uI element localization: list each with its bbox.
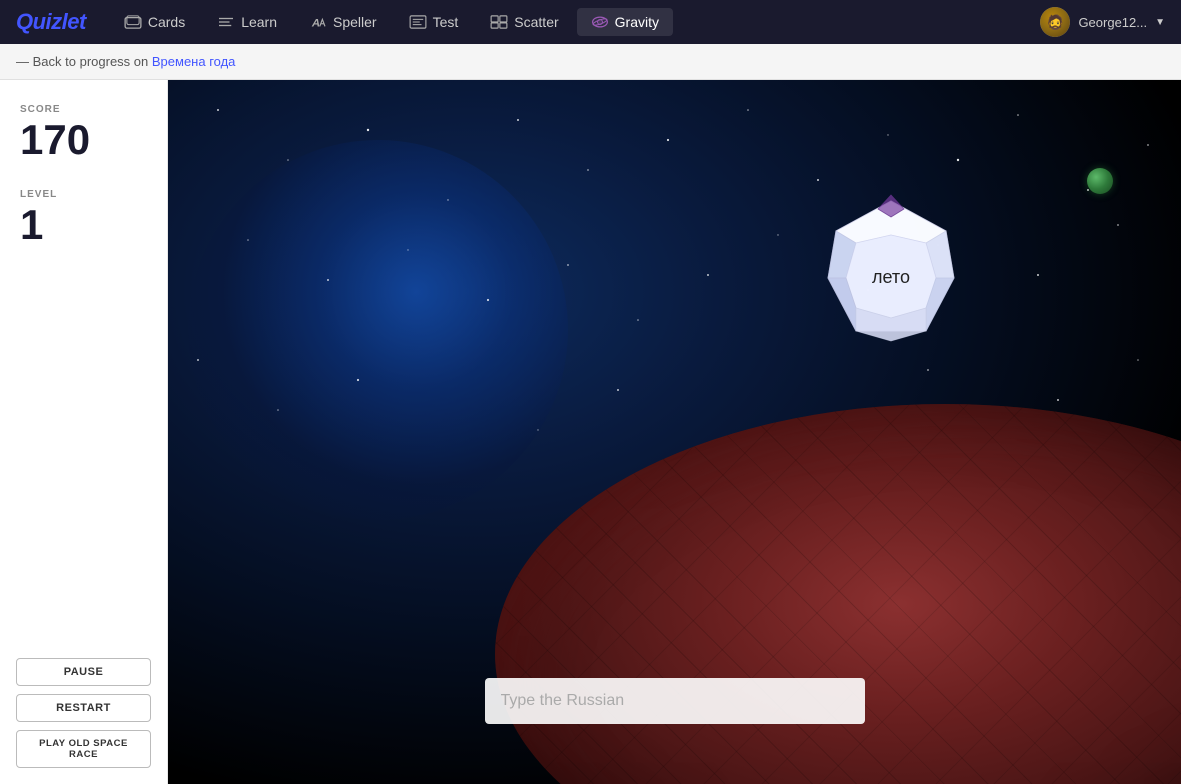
nav-item-test[interactable]: Test xyxy=(395,8,473,36)
username: George12... xyxy=(1078,15,1147,30)
nav-item-scatter[interactable]: Scatter xyxy=(476,8,572,36)
level-label: LEVEL xyxy=(20,189,147,200)
chevron-down-icon: ▼ xyxy=(1155,17,1165,28)
speller-icon: A xyxy=(309,15,327,29)
gem-shape: лето xyxy=(816,193,966,348)
learn-icon xyxy=(217,15,235,29)
avatar: 🧔 xyxy=(1040,7,1070,37)
score-section: SCORE 170 xyxy=(20,104,147,161)
breadcrumb-back-text: Back to progress on xyxy=(33,54,149,69)
space-race-button[interactable]: PLAY OLD SPACE RACE xyxy=(16,730,151,768)
input-area xyxy=(485,678,865,724)
nav-items: Cards Learn A Speller xyxy=(110,8,1041,36)
sidebar: SCORE 170 LEVEL 1 PAUSE RESTART PLAY OLD… xyxy=(0,80,168,784)
logo[interactable]: Quizlet xyxy=(16,9,86,35)
gem-word: лето xyxy=(872,267,910,287)
level-value: 1 xyxy=(20,204,147,246)
nav-item-learn[interactable]: Learn xyxy=(203,8,291,36)
game-area: лето xyxy=(168,80,1181,784)
restart-button[interactable]: RESTART xyxy=(16,694,151,722)
score-label: SCORE xyxy=(20,104,147,115)
pause-button[interactable]: PAUSE xyxy=(16,658,151,686)
user-menu[interactable]: 🧔 George12... ▼ xyxy=(1040,7,1165,37)
level-section: LEVEL 1 xyxy=(20,189,147,246)
small-planet xyxy=(1087,168,1113,194)
breadcrumb-arrow: — xyxy=(16,54,29,69)
scatter-icon xyxy=(490,15,508,29)
breadcrumb-set-link[interactable]: Времена года xyxy=(152,54,236,69)
test-icon xyxy=(409,15,427,29)
gem-container: лето xyxy=(811,190,971,350)
svg-text:A: A xyxy=(311,17,320,29)
breadcrumb: — Back to progress on Времена года xyxy=(0,44,1181,80)
nav-item-cards[interactable]: Cards xyxy=(110,8,199,36)
top-navigation: Quizlet Cards Learn A Speller xyxy=(0,0,1181,44)
nav-item-gravity[interactable]: Gravity xyxy=(577,8,673,36)
gravity-icon xyxy=(591,15,609,29)
cards-icon xyxy=(124,15,142,29)
nav-item-speller[interactable]: A Speller xyxy=(295,8,391,36)
main-area: SCORE 170 LEVEL 1 PAUSE RESTART PLAY OLD… xyxy=(0,80,1181,784)
score-value: 170 xyxy=(20,119,147,161)
nebula xyxy=(188,140,568,520)
russian-input[interactable] xyxy=(485,678,865,724)
